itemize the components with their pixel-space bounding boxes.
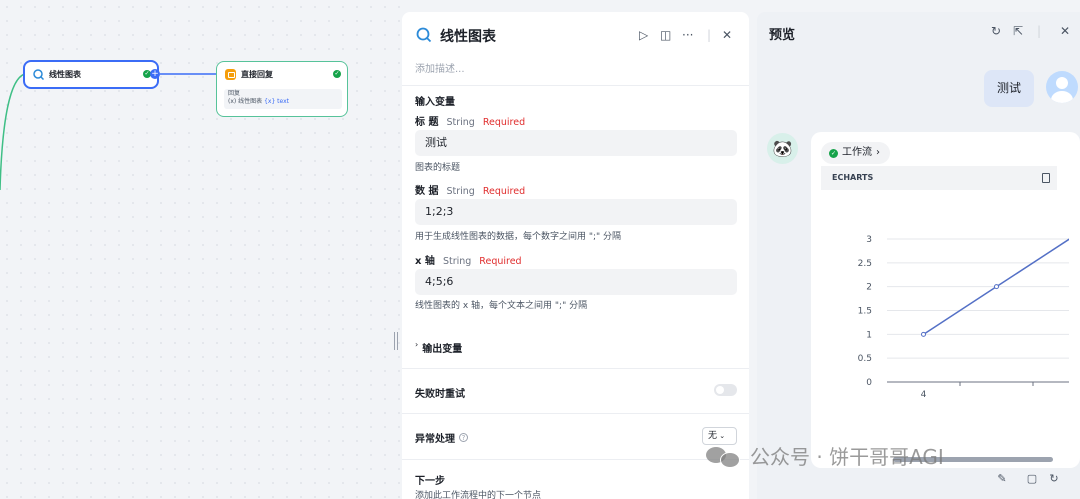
field-type: String: [446, 117, 475, 128]
run-icon[interactable]: ▷: [639, 28, 648, 42]
output-section-title: 输出变量: [422, 344, 463, 355]
reply-content: 回复 (x) 线性图表 {x} text: [224, 89, 342, 109]
field-type: String: [442, 256, 472, 267]
reply-node[interactable]: 直接回复 ✓ 回复 (x) 线性图表 {x} text: [216, 61, 348, 117]
xaxis-hint: 线性图表的 x 轴，每个文本之间用 ";" 分隔: [415, 301, 588, 311]
description-field[interactable]: 添加描述...: [415, 60, 465, 75]
x-tick-label: 4: [921, 390, 927, 400]
watermark-text: 公众号 · 饼干哥哥AGI: [750, 445, 944, 469]
clipboard-icon[interactable]: ▢: [1023, 470, 1041, 488]
retry-label: 失败时重试: [415, 389, 465, 400]
divider: [402, 368, 749, 369]
data-input[interactable]: 1;2;3: [415, 199, 737, 225]
data-point: [994, 284, 999, 290]
xaxis-input[interactable]: 4;5;6: [415, 269, 737, 295]
line-chart: 0 0.5 1 1.5 2 2.5 3 4: [858, 235, 1069, 400]
workflow-tag-label: 工作流: [842, 147, 872, 158]
reply-content-ref: (x) 线性图表 {x} text: [228, 98, 290, 105]
toolbar-divider: |: [1037, 24, 1042, 38]
divider: [402, 459, 749, 460]
reply-node-title: 直接回复: [225, 69, 273, 80]
toolbar-divider: |: [707, 28, 712, 42]
user-message: 测试: [984, 70, 1034, 107]
data-hint: 用于生成线性图表的数据，每个数字之间用 ";" 分隔: [415, 232, 622, 242]
close-icon[interactable]: ✕: [722, 28, 732, 42]
bot-avatar-icon: 🐼: [767, 133, 798, 164]
field-required: Required: [479, 256, 522, 267]
chart-node-label: 线性图表: [49, 70, 81, 79]
reply-node-label: 直接回复: [241, 70, 273, 79]
y-tick-label: 1.5: [858, 307, 872, 317]
title-hint: 图表的标题: [415, 163, 461, 173]
ref-variable: {x} text: [264, 98, 290, 105]
chart-node-icon: [416, 27, 432, 43]
field-name: 标 题: [415, 117, 439, 128]
add-node-handle-icon[interactable]: +: [150, 69, 160, 79]
field-required: Required: [482, 186, 526, 197]
field-required: Required: [482, 117, 526, 128]
title-input[interactable]: 测试: [415, 130, 737, 156]
next-step-hint: 添加此工作流程中的下一个节点: [415, 491, 542, 499]
close-preview-icon[interactable]: ✕: [1060, 24, 1070, 38]
field-data-label: 数 据 String Required: [415, 182, 525, 197]
chart-node[interactable]: 线性图表 ✓: [23, 60, 159, 89]
chart-node-icon: [33, 69, 44, 80]
chevron-right-icon: ›: [876, 147, 880, 158]
help-icon[interactable]: ?: [459, 433, 468, 442]
reply-content-label: 回复: [228, 90, 241, 97]
next-step-label: 下一步: [415, 476, 445, 487]
field-type: String: [446, 186, 475, 197]
ref-node-name: 线性图表: [238, 98, 263, 105]
reply-icon: [225, 69, 236, 80]
field-xaxis-label: x 轴 String Required: [415, 252, 522, 267]
retry-toggle[interactable]: [714, 384, 737, 396]
output-section-toggle[interactable]: › 输出变量: [415, 340, 462, 355]
exception-label-text: 异常处理: [415, 434, 455, 445]
y-tick-label: 3: [866, 235, 872, 245]
y-tick-label: 2: [866, 283, 872, 293]
echarts-label: ECHARTS: [832, 173, 874, 182]
bot-response-card: ✓ 工作流 › ECHARTS 0 0.5 1 1.5 2 2.5 3 4: [811, 132, 1080, 468]
export-icon[interactable]: ⇱: [1013, 24, 1023, 38]
chart-node-title: 线性图表: [33, 69, 81, 80]
node-config-panel: 线性图表 ▷ ◫ ··· | ✕ 添加描述... 输入变量 标 题 String…: [402, 12, 749, 499]
exception-label: 异常处理 ?: [415, 430, 468, 445]
preview-title: 预览: [769, 28, 796, 43]
y-tick-label: 2.5: [858, 259, 872, 269]
echarts-header: ECHARTS: [821, 166, 1057, 190]
watermark: 公众号 · 饼干哥哥AGI: [704, 441, 944, 470]
chevron-right-icon: ›: [415, 340, 419, 349]
data-point: [921, 331, 926, 337]
wechat-icon: [704, 444, 744, 468]
input-section-title: 输入变量: [415, 97, 455, 108]
chevron-down-icon: ⌄: [717, 432, 726, 440]
y-tick-label: 0: [866, 378, 872, 388]
copy-icon[interactable]: [1042, 173, 1050, 183]
divider: [402, 413, 749, 414]
field-name: x 轴: [415, 256, 435, 267]
panel-resize-handle[interactable]: [394, 332, 398, 350]
more-icon[interactable]: ···: [682, 28, 693, 42]
check-icon: ✓: [333, 70, 341, 78]
field-title-label: 标 题 String Required: [415, 113, 525, 128]
workflow-canvas[interactable]: 线性图表 ✓ + 直接回复 ✓ 回复 (x) 线性图表 {x} text: [0, 0, 402, 499]
exception-select-value: 无: [708, 431, 718, 441]
y-tick-label: 0.5: [858, 354, 872, 364]
refresh-icon[interactable]: ↻: [991, 24, 1001, 38]
reload-icon[interactable]: ↻: [1045, 470, 1063, 488]
panel-title: 线性图表: [440, 29, 496, 45]
user-avatar: [1046, 71, 1078, 103]
panel-header: 线性图表 ▷ ◫ ··· | ✕ 添加描述...: [402, 12, 749, 86]
split-view-icon[interactable]: ◫: [660, 28, 671, 42]
preview-panel: 预览 ↻ ⇱ | ✕ 测试 🐼 ✓ 工作流 › ECHARTS 0 0.5 1 1.5…: [757, 12, 1080, 499]
incoming-connection: [0, 73, 26, 191]
field-name: 数 据: [415, 186, 439, 197]
y-tick-label: 1: [866, 330, 872, 340]
workflow-tag[interactable]: ✓ 工作流 ›: [821, 142, 890, 164]
check-icon: ✓: [829, 148, 838, 158]
notes-icon[interactable]: ✎: [993, 470, 1011, 488]
